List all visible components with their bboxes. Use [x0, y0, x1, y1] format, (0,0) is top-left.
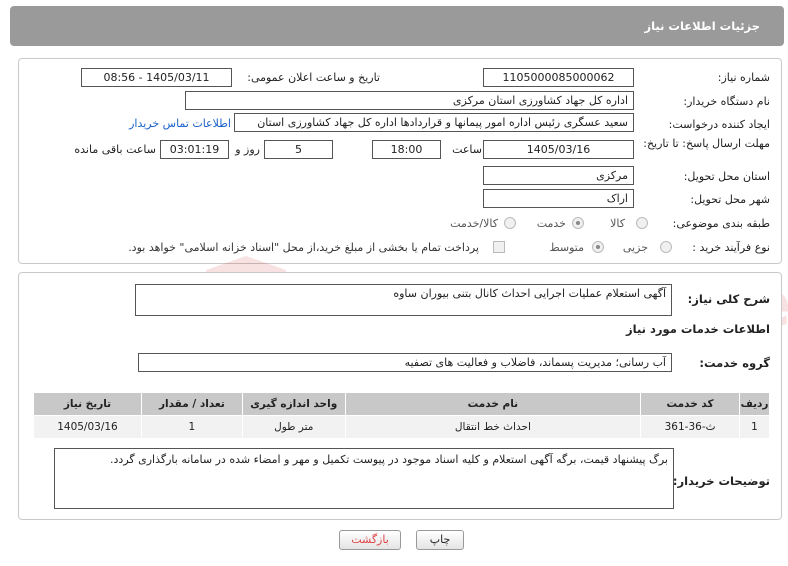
province-field: مرکزی: [483, 166, 634, 185]
purchase-radio-minor[interactable]: [660, 241, 672, 253]
days-field: 5: [264, 140, 333, 159]
category-option-goods-service: کالا/خدمت: [450, 217, 498, 230]
deadline-time-label: ساعت: [452, 143, 482, 156]
print-button[interactable]: چاپ: [416, 530, 464, 550]
category-radio-goods[interactable]: [636, 217, 648, 229]
remaining-label: ساعت باقی مانده: [74, 143, 156, 156]
announce-datetime-label: تاریخ و ساعت اعلان عمومی:: [247, 71, 380, 84]
buyer-org-field: اداره کل جهاد کشاورزی استان مرکزی: [185, 91, 634, 110]
col-unit: واحد اندازه گیری: [241, 392, 346, 416]
cell-date: 1405/03/16: [33, 415, 142, 439]
category-option-service: خدمت: [536, 217, 566, 230]
page-header: جزئیات اطلاعات نیاز: [10, 6, 784, 46]
buyer-notes-label: توضیحات خریدار:: [672, 474, 770, 488]
services-table: ردیف کد خدمت نام خدمت واحد اندازه گیری ت…: [33, 392, 770, 439]
need-number-field: 1105000085000062: [483, 68, 634, 87]
requester-label: ایجاد کننده درخواست:: [668, 118, 770, 131]
buyer-contact-link[interactable]: اطلاعات تماس خریدار: [129, 117, 231, 130]
services-table-header: ردیف کد خدمت نام خدمت واحد اندازه گیری ت…: [33, 392, 770, 416]
col-row: ردیف: [739, 392, 770, 416]
city-label: شهر محل تحویل:: [690, 193, 770, 206]
col-date: تاریخ نیاز: [33, 392, 142, 416]
buyer-notes-text: برگ پیشنهاد قیمت، برگه آگهی استعلام و کل…: [110, 453, 668, 466]
service-group-label: گروه خدمت:: [699, 356, 770, 370]
cell-name: احداث خط انتقال: [344, 415, 642, 439]
treasury-bonds-note: پرداخت تمام یا بخشی از مبلغ خرید،از محل …: [128, 241, 479, 254]
col-name: نام خدمت: [344, 392, 642, 416]
service-group-field: آب رسانی؛ مدیریت پسماند، فاضلاب و فعالیت…: [138, 353, 672, 372]
requester-field: سعید عسگری رئیس اداره امور پیمانها و قرا…: [234, 113, 634, 132]
province-label: استان محل تحویل:: [683, 170, 770, 183]
deadline-time-field: 18:00: [372, 140, 441, 159]
cell-qty: 1: [140, 415, 243, 439]
treasury-bonds-checkbox[interactable]: [493, 241, 505, 253]
need-info-panel: [18, 58, 782, 264]
days-label: روز و: [235, 143, 260, 156]
cell-code: ث-36-361: [640, 415, 741, 439]
buyer-org-label: نام دستگاه خریدار:: [683, 95, 770, 108]
announce-datetime-field: 1405/03/11 - 08:56: [81, 68, 232, 87]
col-code: کد خدمت: [640, 392, 741, 416]
deadline-label: مهلت ارسال پاسخ: تا تاریخ:: [643, 137, 770, 150]
city-field: اراک: [483, 189, 634, 208]
table-row: 1 ث-36-361 احداث خط انتقال متر طول 1 140…: [33, 415, 770, 439]
col-qty: تعداد / مقدار: [140, 392, 243, 416]
category-label: طبقه بندی موضوعی:: [672, 217, 770, 230]
purchase-radio-medium[interactable]: [592, 241, 604, 253]
buyer-notes-textarea: برگ پیشنهاد قیمت، برگه آگهی استعلام و کل…: [54, 448, 674, 509]
summary-textarea: آگهی استعلام عملیات اجرایی احداث کانال ب…: [135, 284, 672, 316]
purchase-option-medium: متوسط: [549, 241, 584, 254]
category-radio-service[interactable]: [572, 217, 584, 229]
summary-text: آگهی استعلام عملیات اجرایی احداث کانال ب…: [393, 287, 666, 300]
purchase-option-minor: جزیی: [622, 241, 648, 254]
back-button[interactable]: بازگشت: [339, 530, 401, 550]
need-number-label: شماره نیاز:: [717, 71, 770, 84]
cell-row: 1: [739, 415, 770, 439]
summary-label: شرح کلی نیاز:: [687, 292, 770, 306]
purchase-type-label: نوع فرآیند خرید :: [692, 241, 770, 254]
deadline-date-field: 1405/03/16: [483, 140, 634, 159]
page-title: جزئیات اطلاعات نیاز: [644, 19, 760, 33]
services-section-title: اطلاعات خدمات مورد نیاز: [626, 322, 770, 336]
cell-unit: متر طول: [241, 415, 346, 439]
category-radio-goods-service[interactable]: [504, 217, 516, 229]
remaining-time-field: 03:01:19: [160, 140, 229, 159]
category-option-goods: کالا: [610, 217, 625, 230]
